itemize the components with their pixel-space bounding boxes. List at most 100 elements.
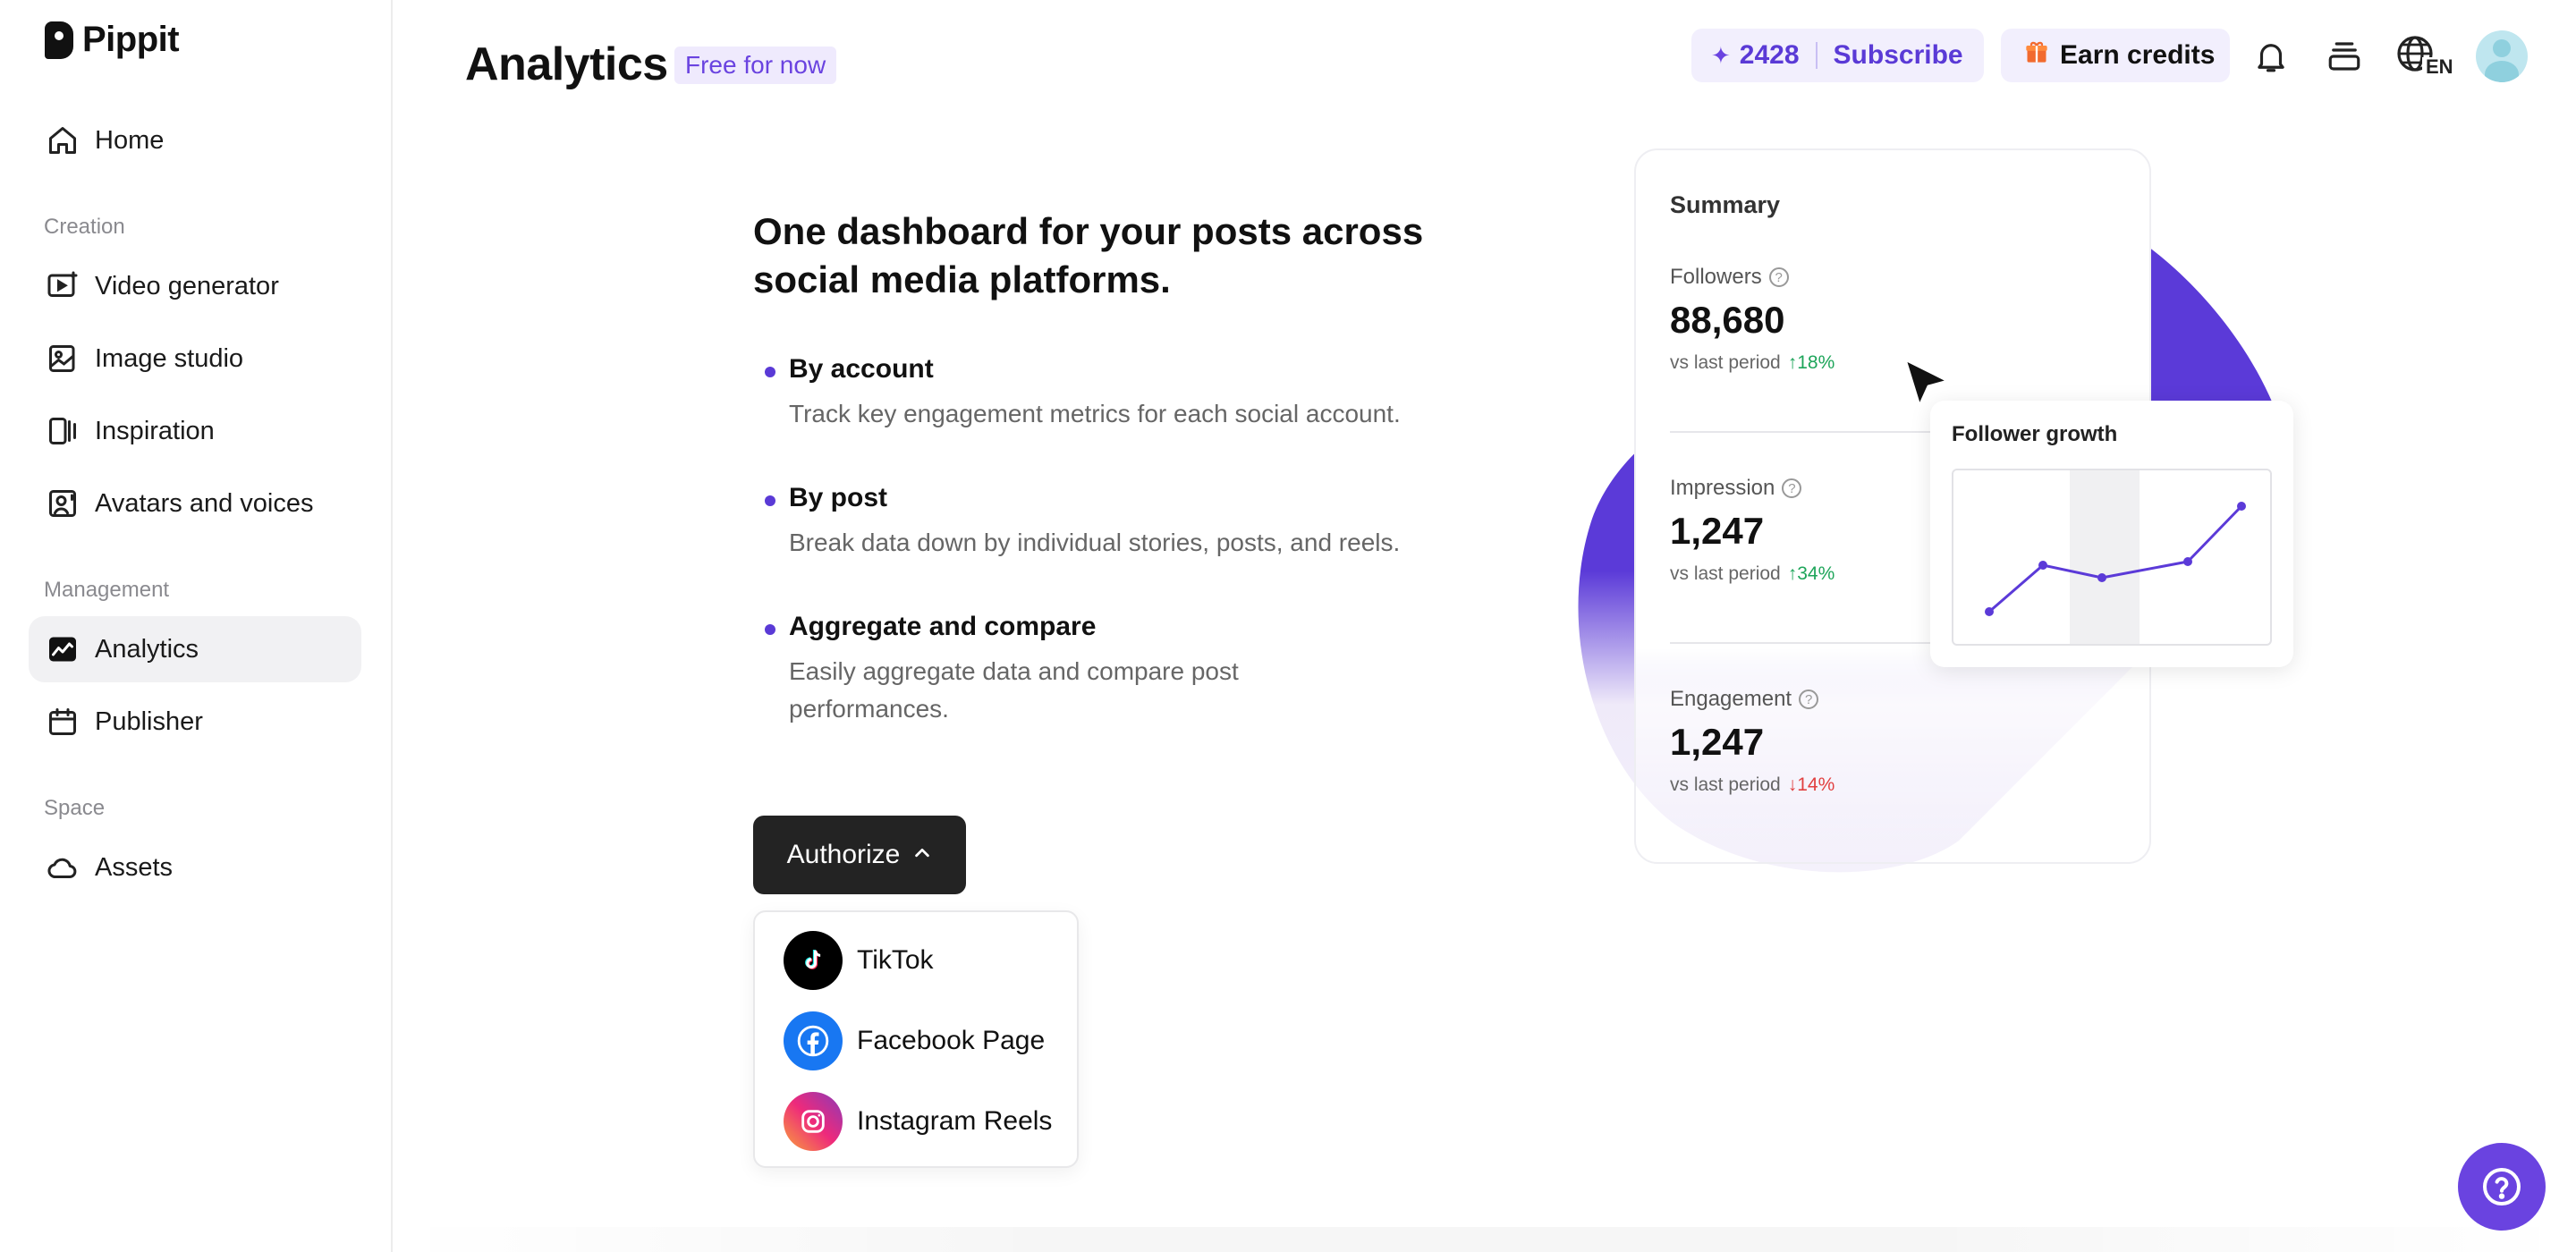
section-creation: Creation: [44, 215, 125, 239]
metric-change: 34%: [1797, 563, 1835, 584]
metric-change: 18%: [1797, 352, 1835, 373]
bell-icon[interactable]: [2249, 34, 2293, 79]
metric-followers: Followers? 88,680 vs last period ↑18%: [1670, 265, 1835, 374]
platform-label: Instagram Reels: [857, 1106, 1053, 1136]
metric-change: 14%: [1797, 774, 1835, 795]
calendar-icon: [45, 704, 80, 740]
data-point: [2183, 557, 2192, 566]
question-circle-icon: [2483, 1168, 2521, 1205]
gift-icon: [2024, 39, 2049, 72]
avatar[interactable]: [2476, 30, 2528, 82]
platform-dropdown: TikTok Facebook Page Instagram Reels: [753, 910, 1079, 1168]
growth-title: Follower growth: [1952, 422, 2118, 446]
feature-title: Aggregate and compare: [789, 612, 1097, 641]
metric-label: Followers: [1670, 265, 1762, 289]
subscribe-button[interactable]: Subscribe: [1834, 40, 1963, 71]
follower-growth-card: Follower growth: [1930, 401, 2293, 667]
data-point: [2237, 502, 2246, 511]
sidebar-item-image-studio[interactable]: Image studio: [29, 326, 361, 392]
layers-icon[interactable]: [2322, 34, 2367, 79]
inspiration-icon: [45, 413, 80, 449]
sidebar-item-analytics[interactable]: Analytics: [29, 616, 361, 682]
sidebar: Pippit Home Creation Video generator Ima…: [0, 0, 393, 1252]
home-icon: [45, 123, 80, 158]
platform-label: Facebook Page: [857, 1026, 1046, 1055]
divider: [1815, 42, 1818, 69]
section-management: Management: [44, 578, 170, 602]
page-title: Analytics: [465, 38, 668, 90]
earn-credits-button[interactable]: Earn credits: [2001, 29, 2230, 82]
sidebar-item-label: Avatars and voices: [95, 488, 314, 518]
image-studio-icon: [45, 341, 80, 376]
facebook-icon: [784, 1011, 843, 1070]
sidebar-item-inspiration[interactable]: Inspiration: [29, 398, 361, 464]
growth-chart: [1952, 469, 2272, 646]
metric-value: 1,247: [1670, 510, 1765, 552]
bottom-shadow: [394, 1227, 2576, 1252]
authorize-label: Authorize: [786, 840, 901, 869]
sidebar-item-label: Video generator: [95, 271, 279, 300]
sidebar-item-publisher[interactable]: Publisher: [29, 689, 361, 755]
pippit-logo-icon: [45, 21, 73, 59]
sidebar-item-label: Inspiration: [95, 416, 215, 445]
sidebar-item-assets[interactable]: Assets: [29, 834, 361, 901]
compare-label: vs last period: [1670, 563, 1781, 584]
platform-option-tiktok[interactable]: TikTok: [784, 930, 934, 991]
help-icon: ?: [1782, 478, 1802, 498]
metric-value: 1,247: [1670, 721, 1765, 763]
help-icon: ?: [1768, 267, 1789, 287]
feature-title: By account: [789, 354, 934, 384]
chevron-up-icon: [912, 840, 932, 870]
bullet-dot: [765, 624, 775, 635]
platform-label: TikTok: [857, 945, 934, 975]
help-button[interactable]: [2458, 1143, 2546, 1231]
credit-count: 2428: [1739, 40, 1800, 70]
avatar-voice-icon: [45, 486, 80, 521]
highlight-band: [2070, 470, 2140, 644]
feature-description: Track key engagement metrics for each so…: [789, 400, 1401, 427]
section-space: Space: [44, 796, 106, 820]
credits-pill[interactable]: ✦ 2428 Subscribe: [1691, 29, 1984, 82]
language-globe-icon[interactable]: EN: [2395, 34, 2454, 79]
metric-impression: Impression? 1,247 vs last period ↑34%: [1670, 476, 1835, 585]
platform-option-instagram[interactable]: Instagram Reels: [784, 1091, 1052, 1152]
compare-label: vs last period: [1670, 774, 1781, 795]
authorize-button[interactable]: Authorize: [753, 816, 966, 894]
feature-description: Break data down by individual stories, p…: [789, 529, 1401, 556]
analytics-icon: [45, 631, 80, 667]
sidebar-item-home[interactable]: Home: [29, 107, 361, 173]
instagram-icon: [784, 1092, 843, 1151]
metric-engagement: Engagement? 1,247 vs last period ↓14%: [1670, 687, 1835, 796]
compare-label: vs last period: [1670, 352, 1781, 373]
logo[interactable]: Pippit: [45, 20, 180, 60]
headline: One dashboard for your posts across soci…: [753, 210, 1424, 300]
arrow-up-icon: ↑: [1787, 563, 1798, 584]
growth-line-chart: [1985, 470, 2246, 644]
bullet-dot: [765, 367, 775, 377]
arrow-up-icon: ↑: [1787, 352, 1798, 373]
metric-value: 88,680: [1670, 299, 1785, 341]
cloud-icon: [45, 850, 80, 885]
summary-title: Summary: [1670, 191, 1781, 218]
logo-text: Pippit: [82, 20, 180, 59]
sidebar-item-label: Assets: [95, 852, 174, 882]
help-icon: ?: [1799, 689, 1819, 709]
sidebar-item-label: Home: [95, 125, 165, 155]
arrow-down-icon: ↓: [1787, 774, 1798, 795]
platform-option-facebook[interactable]: Facebook Page: [784, 1011, 1045, 1071]
data-point: [1985, 607, 1994, 616]
sparkle-icon: ✦: [1711, 41, 1731, 69]
sidebar-item-label: Image studio: [95, 343, 244, 373]
tiktok-icon: [784, 931, 843, 990]
sidebar-item-label: Analytics: [95, 634, 199, 664]
feature-title: By post: [789, 483, 888, 512]
language-label: EN: [2426, 55, 2453, 78]
video-generator-icon: [45, 268, 80, 304]
sidebar-item-video-generator[interactable]: Video generator: [29, 253, 361, 319]
free-badge: Free for now: [674, 47, 837, 84]
data-point: [2038, 561, 2047, 570]
metric-label: Engagement: [1670, 687, 1792, 711]
feature-description: Easily aggregate data and compare post p…: [789, 657, 1239, 723]
sidebar-item-avatars-voices[interactable]: Avatars and voices: [29, 470, 361, 537]
cursor-pointer-icon: [1903, 358, 1950, 408]
